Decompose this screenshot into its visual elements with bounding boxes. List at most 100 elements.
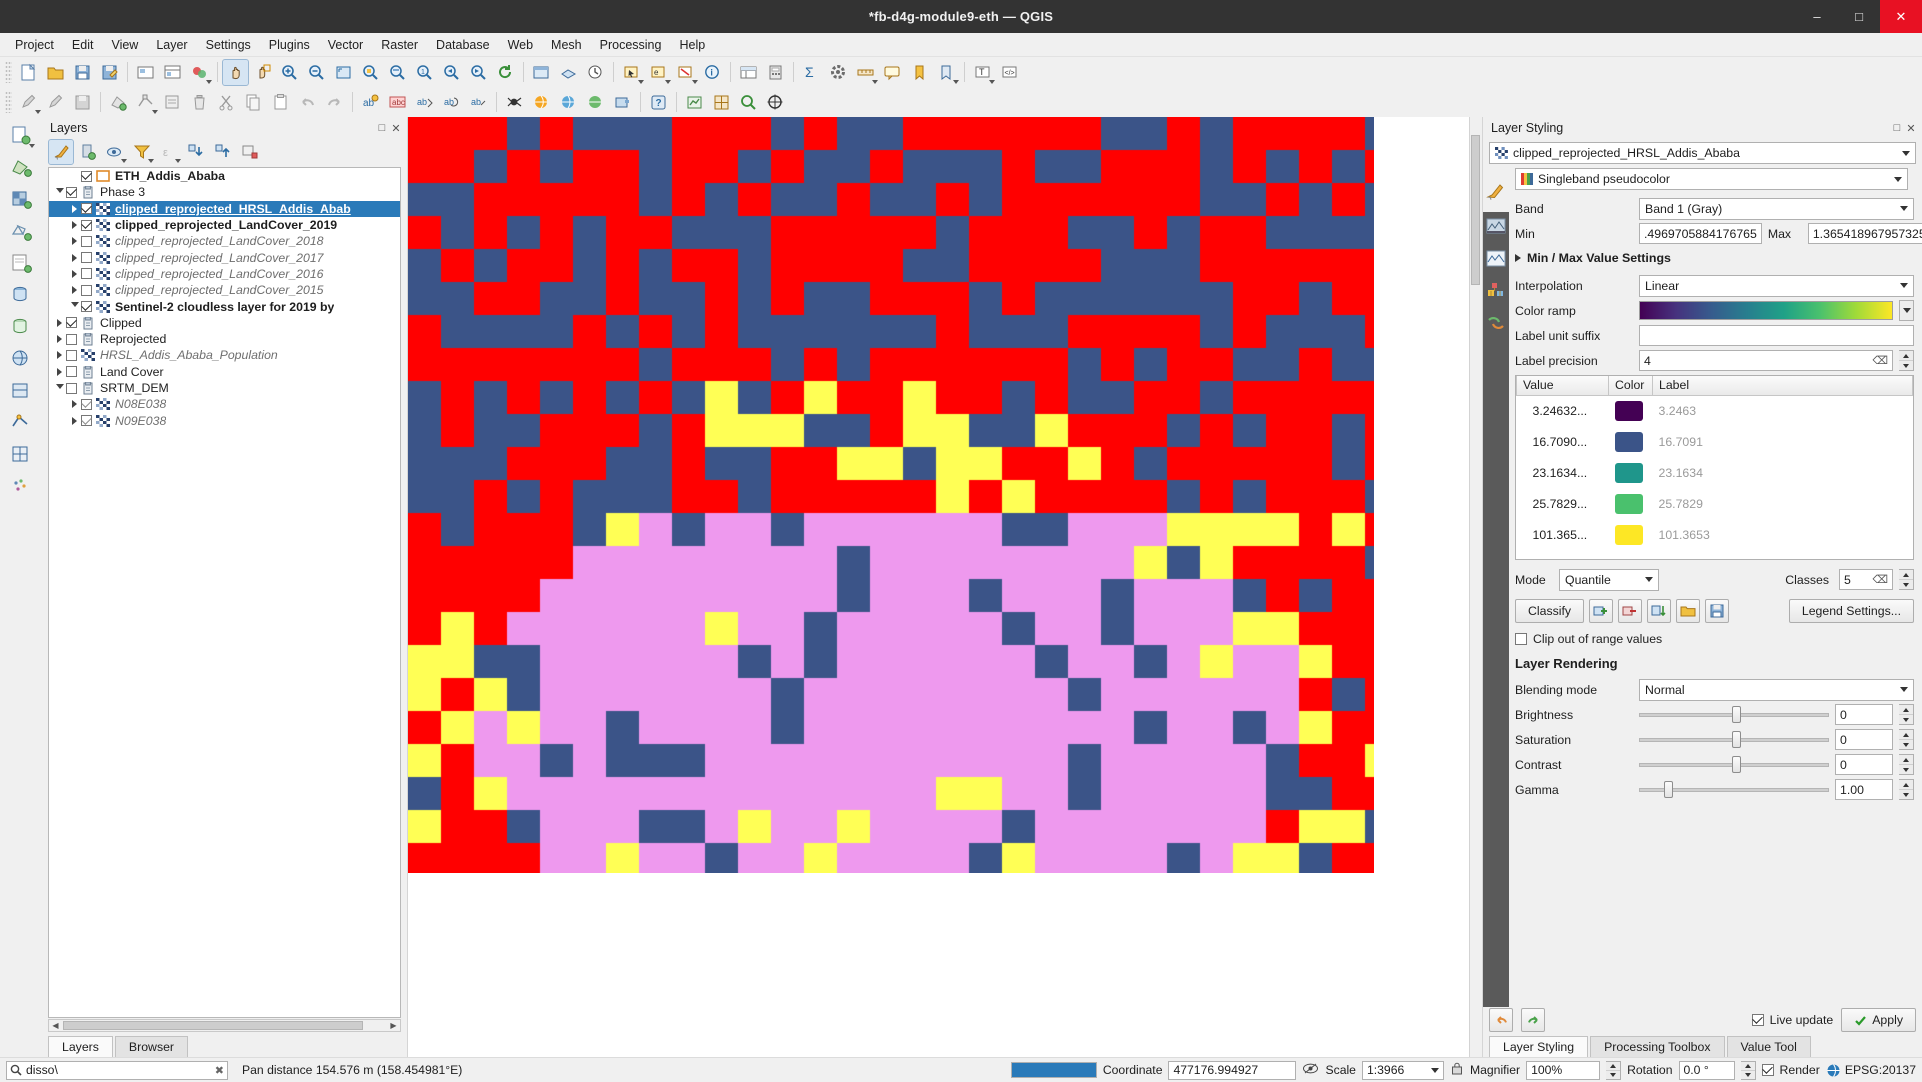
panel-tab-layer-styling[interactable]: Layer Styling	[1489, 1036, 1589, 1057]
value-tool-icon[interactable]	[682, 90, 707, 115]
layer-visibility-checkbox[interactable]	[81, 203, 92, 215]
chevron-down-icon[interactable]	[1898, 143, 1913, 163]
clear-precision-icon[interactable]: ⌫	[1872, 354, 1888, 367]
scroll-thumb[interactable]	[1471, 135, 1480, 285]
saturation-slider[interactable]	[1639, 729, 1829, 750]
sort-classes-icon[interactable]	[1647, 599, 1672, 623]
redo-edit-icon[interactable]	[322, 90, 347, 115]
layer-tree-row[interactable]: Land Cover	[49, 364, 400, 380]
magnifier-stepper[interactable]	[1606, 1060, 1622, 1080]
new-project-icon[interactable]	[16, 60, 41, 85]
classes-table-wrapper[interactable]: Value Color Label 3.24632... 3.2463 16.7090.…	[1515, 375, 1914, 560]
pan-map-icon[interactable]	[222, 58, 249, 86]
layer-visibility-checkbox[interactable]	[81, 398, 92, 410]
interpolation-combo[interactable]: Linear	[1639, 274, 1914, 297]
class-color-swatch[interactable]	[1614, 493, 1643, 514]
rendering-rail-icon[interactable]	[1485, 280, 1507, 302]
close-panel-icon[interactable]: ✕	[1904, 121, 1918, 135]
class-value[interactable]: 101.365...	[1517, 519, 1609, 550]
classes-count-input[interactable]: 5 ⌫	[1839, 569, 1893, 590]
toggle-extents-icon[interactable]	[1302, 1061, 1319, 1079]
layer-visibility-checkbox[interactable]	[81, 170, 92, 182]
deselect-features-icon[interactable]	[673, 60, 698, 85]
render-toggle[interactable]: Render	[1761, 1063, 1820, 1077]
histogram-rail-icon[interactable]	[1485, 248, 1507, 270]
manage-map-themes-icon[interactable]	[103, 140, 127, 164]
chevron-down-icon[interactable]	[1429, 1060, 1442, 1080]
save-project-icon[interactable]	[70, 60, 95, 85]
brightness-slider[interactable]	[1639, 704, 1829, 725]
save-classes-to-file-icon[interactable]	[1705, 599, 1730, 623]
close-button[interactable]: ✕	[1880, 0, 1922, 33]
label-precision-input[interactable]: 4 ⌫	[1639, 350, 1893, 371]
styling-layer-combo[interactable]: clipped_reprojected_HRSL_Addis_Ababa	[1489, 142, 1916, 164]
add-spatialite-layer-icon[interactable]	[7, 313, 35, 341]
new-map-view-icon[interactable]	[529, 60, 554, 85]
locator-search[interactable]: disso\ ✖	[6, 1060, 228, 1080]
layer-visibility-checkbox[interactable]	[81, 301, 92, 313]
text-annotation-icon[interactable]: T	[970, 60, 995, 85]
zoom-in-icon[interactable]	[277, 60, 302, 85]
clear-locator-icon[interactable]: ✖	[215, 1064, 224, 1077]
toggle-editing-icon[interactable]	[43, 90, 68, 115]
map-canvas[interactable]	[408, 117, 1482, 1057]
scale-combo[interactable]: 1:3966	[1361, 1060, 1444, 1080]
identify-features-icon[interactable]: i	[700, 60, 725, 85]
layer-tree-row[interactable]: clipped_reprojected_LandCover_2019	[49, 217, 400, 233]
qgis-cloud-icon[interactable]	[529, 90, 554, 115]
change-label-icon[interactable]: ab	[466, 90, 491, 115]
pan-to-selection-icon[interactable]	[250, 60, 275, 85]
render-checkbox[interactable]	[1761, 1064, 1774, 1076]
measure-line-icon[interactable]	[853, 60, 878, 85]
zoom-to-layer-icon[interactable]	[385, 60, 410, 85]
contrast-input[interactable]: 0	[1835, 754, 1893, 775]
menu-help[interactable]: Help	[670, 35, 714, 55]
clear-classes-icon[interactable]: ⌫	[1872, 573, 1888, 586]
chevron-down-icon[interactable]	[1896, 276, 1911, 296]
history-rail-icon[interactable]	[1485, 312, 1507, 334]
rotation-input[interactable]: 0.0 °	[1678, 1060, 1735, 1080]
remove-layer-icon[interactable]	[238, 140, 262, 164]
brightness-stepper[interactable]	[1899, 704, 1914, 725]
expand-node-icon[interactable]	[68, 204, 81, 213]
min-max-value-settings-expander[interactable]: Min / Max Value Settings	[1515, 246, 1914, 270]
color-ramp-preview[interactable]	[1639, 301, 1893, 320]
layer-visibility-checkbox[interactable]	[66, 366, 77, 378]
gamma-slider[interactable]	[1639, 779, 1829, 800]
layer-tree-row[interactable]: Clipped	[49, 315, 400, 331]
collapse-all-icon[interactable]	[211, 140, 235, 164]
classes-table-row[interactable]: 3.24632... 3.2463	[1517, 395, 1913, 426]
contrast-stepper[interactable]	[1899, 754, 1914, 775]
toolbar-handle[interactable]	[5, 61, 12, 83]
new-print-layout-icon[interactable]	[133, 60, 158, 85]
legend-settings-button[interactable]: Legend Settings...	[1788, 599, 1914, 623]
zoom-last-icon[interactable]	[439, 60, 464, 85]
filter-legend-icon[interactable]	[130, 140, 154, 164]
expand-node-icon[interactable]	[53, 335, 66, 344]
add-group-icon[interactable]	[76, 140, 100, 164]
layer-tree-row[interactable]: N09E038	[49, 412, 400, 428]
move-label-icon[interactable]: ab	[412, 90, 437, 115]
class-label[interactable]: 101.3653	[1653, 519, 1913, 550]
clip-out-of-range-row[interactable]: Clip out of range values	[1515, 632, 1914, 646]
show-processing-toolbox-icon[interactable]	[826, 60, 851, 85]
redo-icon[interactable]	[1521, 1008, 1545, 1032]
field-calculator-icon[interactable]	[763, 60, 788, 85]
cut-features-icon[interactable]	[214, 90, 239, 115]
expand-node-icon[interactable]	[68, 416, 81, 425]
symbology-rail-icon[interactable]	[1483, 172, 1509, 212]
class-value[interactable]: 23.1634...	[1517, 457, 1609, 488]
close-panel-icon[interactable]: ✕	[389, 121, 403, 135]
layer-tree-row[interactable]: N08E038	[49, 396, 400, 412]
expand-node-icon[interactable]	[68, 237, 81, 246]
class-color-swatch-cell[interactable]	[1609, 519, 1653, 550]
panel-tab-value-tool[interactable]: Value Tool	[1726, 1036, 1811, 1057]
open-attribute-table-icon[interactable]	[736, 60, 761, 85]
new-3d-map-view-icon[interactable]	[556, 60, 581, 85]
layer-visibility-checkbox[interactable]	[81, 235, 92, 247]
panel-tab-processing-toolbox[interactable]: Processing Toolbox	[1590, 1036, 1725, 1057]
add-point-cloud-layer-icon[interactable]	[7, 473, 35, 501]
apply-button[interactable]: Apply	[1841, 1008, 1916, 1032]
class-color-swatch[interactable]	[1614, 462, 1643, 483]
label-unit-suffix-input[interactable]	[1639, 325, 1914, 346]
